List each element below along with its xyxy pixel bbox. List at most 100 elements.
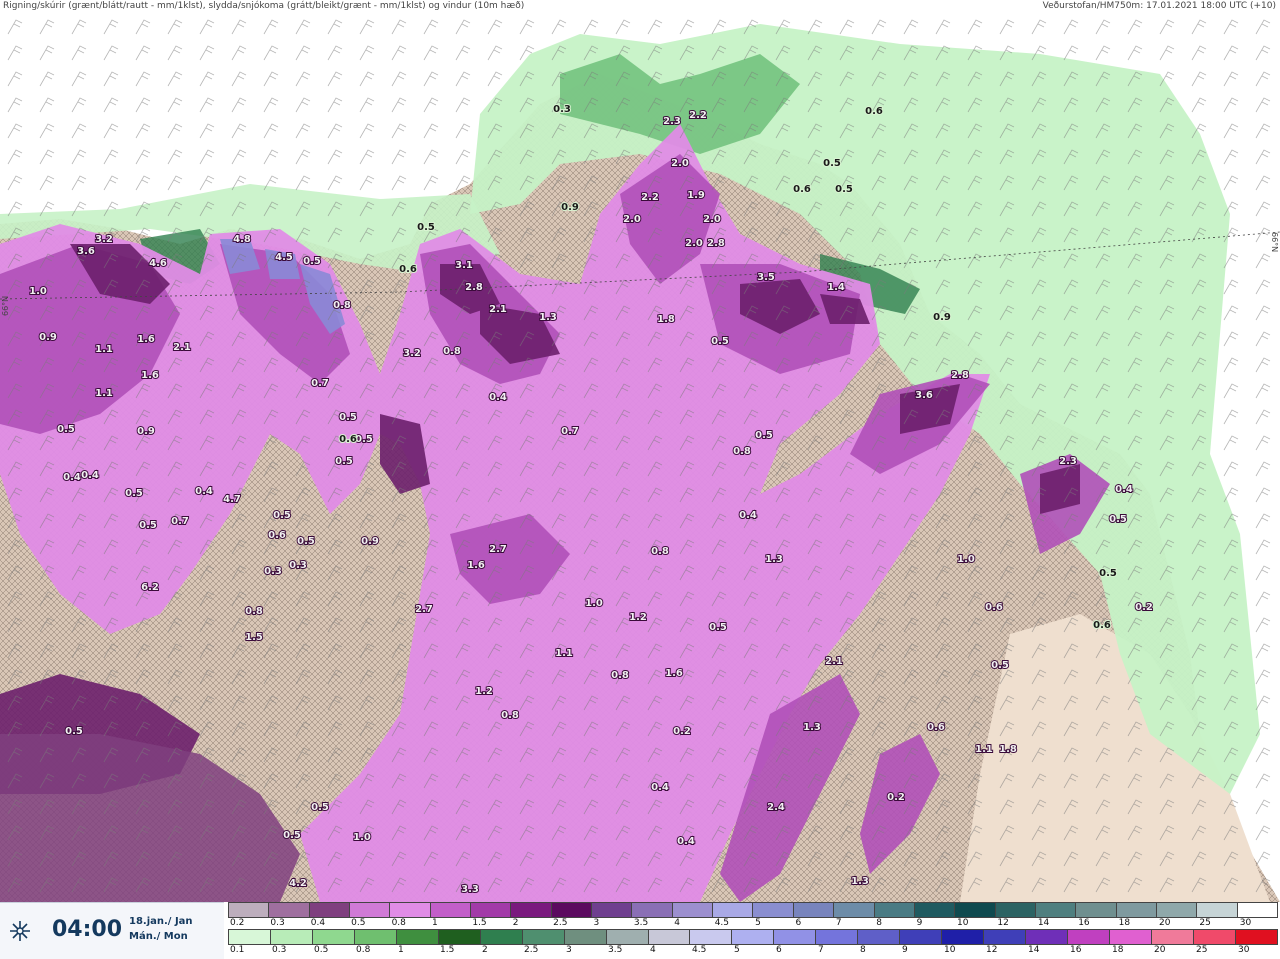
precip-value-label: 1.2 xyxy=(629,612,647,623)
rain-scale-swatch xyxy=(354,930,397,944)
snow-scale-labels: 0.2 0.3 0.4 0.5 0.8 1 1.5 2 2.5 3 3.5 4 4.5 5 6 7 8 9 10 12… xyxy=(228,918,1278,929)
precip-value-label: 1.9 xyxy=(687,190,705,201)
precip-value-label: 0.5 xyxy=(339,412,357,423)
precip-value-label: 0.5 xyxy=(125,488,143,499)
rain-scale-label: 10 xyxy=(944,945,956,955)
precip-value-label: 3.6 xyxy=(915,390,933,401)
snow-scale-label: 0.5 xyxy=(351,918,366,928)
precip-value-label: 0.5 xyxy=(335,456,353,467)
precip-value-label: 0.3 xyxy=(264,566,282,577)
weather-map[interactable]: 66°N 66°N 3.6 3.2 4.6 1.0 0.9 1.1 1.6 2.1 1.6 1.1… xyxy=(0,14,1280,902)
precip-value-label: 0.4 xyxy=(651,782,669,793)
latitude-label-right: 66°N xyxy=(1270,232,1279,252)
precip-value-label: 0.5 xyxy=(303,256,321,267)
rain-scale-swatch xyxy=(312,930,355,944)
precip-value-label: 0.6 xyxy=(985,602,1003,613)
rain-scale-swatch xyxy=(1193,930,1236,944)
snow-scale-label: 30 xyxy=(1239,918,1252,928)
precip-value-label: 2.0 xyxy=(703,214,721,225)
latitude-label-left: 66°N xyxy=(1,296,10,316)
precip-value-label: 1.3 xyxy=(765,554,783,565)
rain-scale-swatch xyxy=(606,930,649,944)
rain-scale-label: 0.5 xyxy=(314,945,329,955)
precip-value-label: 0.5 xyxy=(355,434,373,445)
precip-value-label: 1.6 xyxy=(141,370,159,381)
precip-value-label: 2.2 xyxy=(641,192,659,203)
precip-value-label: 1.1 xyxy=(555,648,573,659)
snow-scale-swatch xyxy=(672,903,714,917)
snow-scale-swatch xyxy=(874,903,915,917)
snow-scale-swatch xyxy=(390,903,431,917)
rain-scale-label: 0.8 xyxy=(356,945,371,955)
precip-value-label: 0.4 xyxy=(81,470,99,481)
rain-scale-label: 25 xyxy=(1196,945,1208,955)
snow-scale-swatch xyxy=(834,903,875,917)
snow-scale-label: 0.3 xyxy=(270,918,285,928)
snow-scale-label: 3.5 xyxy=(633,918,649,928)
header-bar: Rigning/skúrir (grænt/blátt/rautt - mm/1… xyxy=(0,0,1280,14)
precip-value-label: 2.3 xyxy=(663,116,681,127)
rain-scale-label: 1.5 xyxy=(440,945,455,955)
precip-value-label: 2.0 xyxy=(623,214,641,225)
precip-value-label: 0.2 xyxy=(887,792,905,803)
snow-scale-label: 12 xyxy=(997,918,1009,928)
precip-value-label: 2.2 xyxy=(689,110,707,121)
chart-title: Rigning/skúrir (grænt/blátt/rautt - mm/1… xyxy=(3,1,525,11)
precip-value-label: 0.5 xyxy=(417,222,435,233)
snow-scale-label: 1 xyxy=(431,918,438,928)
precip-value-label: 0.6 xyxy=(268,530,286,541)
precip-value-label: 0.4 xyxy=(739,510,757,521)
precip-value-label: 0.8 xyxy=(651,546,669,557)
precip-value-label: 3.3 xyxy=(461,884,479,895)
rain-scale-swatch xyxy=(522,930,565,944)
rain-scale-swatch xyxy=(648,930,691,944)
rain-scale-swatch xyxy=(942,930,985,944)
precip-value-label: 0.9 xyxy=(561,202,579,213)
snow-scale-swatch xyxy=(511,903,552,917)
snow-scale-swatch xyxy=(551,903,593,917)
precip-value-label: 2.7 xyxy=(415,604,433,615)
precip-value-label: 1.0 xyxy=(585,598,603,609)
rain-scale-swatch xyxy=(1110,930,1152,944)
rain-scale-swatch xyxy=(1026,930,1069,944)
precip-value-label: 0.9 xyxy=(39,332,57,343)
precip-value-label: 6.2 xyxy=(141,582,159,593)
snow-scale-label: 2 xyxy=(512,918,519,928)
snow-scale-label: 0.8 xyxy=(391,918,406,928)
precip-value-label: 0.4 xyxy=(63,472,81,483)
precip-value-label: 0.5 xyxy=(755,430,773,441)
precip-value-label: 1.8 xyxy=(999,744,1017,755)
precip-value-label: 3.2 xyxy=(403,348,421,359)
snow-scale-label: 0.2 xyxy=(230,918,245,928)
precip-value-label: 0.5 xyxy=(311,802,329,813)
precip-value-label: 4.6 xyxy=(149,258,167,269)
precip-value-label: 0.4 xyxy=(195,486,213,497)
precip-value-label: 2.1 xyxy=(825,656,843,667)
snow-scale-label: 10 xyxy=(957,918,969,928)
precip-value-label: 0.6 xyxy=(793,184,811,195)
precip-value-label: 2.8 xyxy=(951,370,969,381)
precip-value-label: 0.7 xyxy=(171,516,189,527)
snow-scale-swatch xyxy=(914,903,956,917)
rain-scale-label: 18 xyxy=(1112,945,1124,955)
rain-scale-swatch xyxy=(984,930,1027,944)
rain-scale-label: 2 xyxy=(482,945,488,955)
precip-value-label: 3.6 xyxy=(77,246,95,257)
snow-scale-swatch xyxy=(1237,903,1277,917)
precip-value-label: 2.3 xyxy=(1059,456,1077,467)
precip-value-label: 0.5 xyxy=(57,424,75,435)
playback-icon[interactable] xyxy=(8,919,32,943)
rain-scale-swatch xyxy=(774,930,817,944)
snow-scale-label: 3 xyxy=(593,918,600,928)
precip-value-label: 3.5 xyxy=(757,272,775,283)
time-panel[interactable]: 04:00 18.jan./ Jan Mán./ Mon xyxy=(0,902,224,959)
precip-value-label: 0.5 xyxy=(283,830,301,841)
rain-scale-swatch xyxy=(229,930,271,944)
rain-scale-swatch xyxy=(1151,930,1194,944)
precip-value-label: 0.6 xyxy=(1093,620,1111,631)
precip-value-label: 0.4 xyxy=(489,392,507,403)
rain-scale-label: 16 xyxy=(1070,945,1082,955)
snow-scale-swatch xyxy=(753,903,794,917)
precip-value-label: 4.5 xyxy=(275,252,293,263)
snow-scale-swatch xyxy=(1035,903,1077,917)
